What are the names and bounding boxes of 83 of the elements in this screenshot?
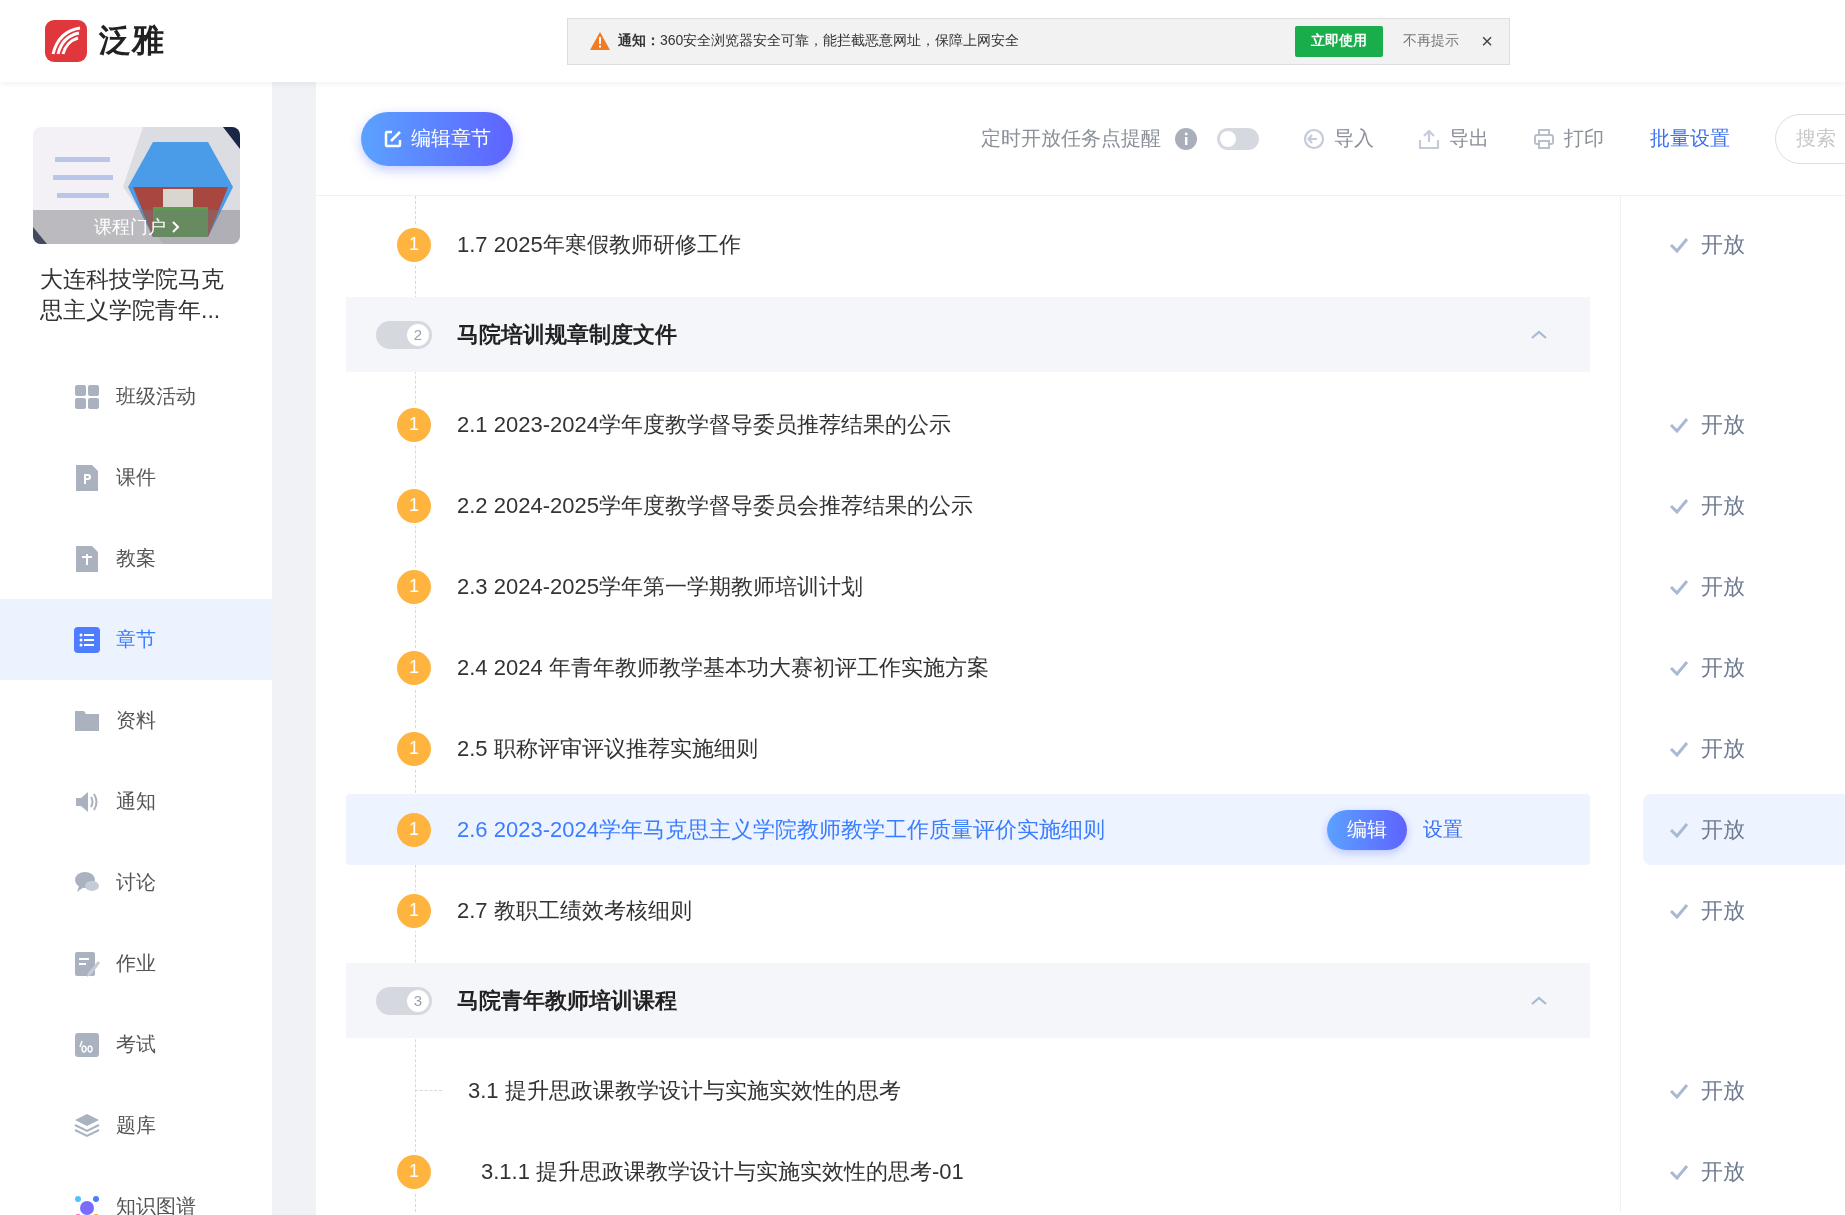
chapter-title[interactable]: 2.3 2024-2025学年第一学期教师培训计划: [457, 571, 863, 602]
edit-chapters-button[interactable]: 编辑章节: [361, 111, 513, 166]
status-text: 开放: [1701, 491, 1745, 520]
chapter-title[interactable]: 2.7 教职工绩效考核细则: [457, 895, 692, 926]
chevron-up-icon[interactable]: [1530, 328, 1548, 341]
printer-icon: [1533, 127, 1555, 150]
chapter-title[interactable]: 2.4 2024 年青年教师教学基本功大赛初评工作实施方案: [457, 652, 989, 683]
sidebar-item[interactable]: 通知: [0, 761, 272, 842]
chevron-up-icon[interactable]: [1530, 994, 1548, 1007]
sidebar-item[interactable]: 考试: [0, 1004, 272, 1085]
chapter-title[interactable]: 3.1 提升思政课教学设计与实施实效性的思考: [468, 1075, 901, 1106]
course-title: 大连科技学院马克思主义学院青年...: [40, 265, 225, 325]
logo-icon: [45, 20, 87, 62]
sidebar-item[interactable]: 班级活动: [0, 356, 272, 437]
edit-icon: [383, 128, 403, 149]
layers-icon: [74, 1112, 100, 1139]
sidebar-item[interactable]: 课件: [0, 437, 272, 518]
network-icon: [74, 1193, 100, 1215]
chapter-title[interactable]: 1.7 2025年寒假教师研修工作: [457, 229, 741, 260]
notice-label: 通知：: [618, 32, 660, 50]
chapter-title[interactable]: 2.2 2024-2025学年度教学督导委员会推荐结果的公示: [457, 490, 973, 521]
close-button[interactable]: ×: [1481, 29, 1493, 53]
status-text: 开放: [1701, 410, 1745, 439]
grid-icon: [74, 383, 100, 410]
list-icon: [74, 626, 100, 653]
group-title: 马院培训规章制度文件: [457, 320, 678, 349]
check-icon: [1669, 659, 1689, 676]
check-icon: [1669, 902, 1689, 919]
check-icon: [1669, 1082, 1689, 1099]
chapter-title[interactable]: 2.1 2023-2024学年度教学督导委员推荐结果的公示: [457, 409, 951, 440]
count-badge: 1: [397, 650, 431, 685]
edit-button[interactable]: 编辑: [1327, 809, 1407, 850]
group-number-badge: 2: [376, 320, 432, 349]
sidebar-item[interactable]: 教案: [0, 518, 272, 599]
document-icon: [74, 464, 100, 491]
status-text: 开放: [1701, 1076, 1745, 1105]
count-badge: 1: [397, 227, 431, 262]
status-text: 开放: [1701, 572, 1745, 601]
chapter-title[interactable]: 3.1.1 提升思政课教学设计与实施实效性的思考-01: [481, 1156, 964, 1187]
group-title: 马院青年教师培训课程: [457, 986, 678, 1015]
count-badge: 1: [397, 569, 431, 604]
batch-settings-link[interactable]: 批量设置: [1650, 125, 1730, 152]
status-text: 开放: [1701, 815, 1745, 844]
sidebar-item[interactable]: 题库: [0, 1085, 272, 1166]
upload-icon: [1418, 127, 1440, 150]
chapter-group-header[interactable]: 3 马院青年教师培训课程: [346, 963, 1590, 1038]
status-text: 开放: [1701, 653, 1745, 682]
check-icon: [1669, 740, 1689, 757]
check-icon: [1669, 497, 1689, 514]
count-badge: 1: [397, 407, 431, 442]
import-icon: [1303, 127, 1325, 150]
sidebar-item[interactable]: 资料: [0, 680, 272, 761]
reminder-toggle[interactable]: [1217, 127, 1259, 150]
status-text: 开放: [1701, 1157, 1745, 1186]
check-icon: [1669, 1163, 1689, 1180]
count-badge: 1: [397, 893, 431, 928]
document-icon: [74, 545, 100, 572]
settings-link[interactable]: 设置: [1423, 816, 1463, 843]
group-number-badge: 3: [376, 986, 432, 1015]
sidebar-item[interactable]: 作业: [0, 923, 272, 1004]
status-text: 开放: [1701, 896, 1745, 925]
info-icon: [1175, 127, 1197, 150]
notice-message: 360安全浏览器安全可靠，能拦截恶意网址，保障上网安全: [660, 32, 1021, 50]
score-icon: [74, 1031, 100, 1058]
count-badge: 1: [397, 731, 431, 766]
pencil-note-icon: [74, 950, 100, 977]
check-icon: [1669, 236, 1689, 253]
reminder-label: 定时开放任务点提醒: [981, 126, 1161, 151]
count-badge: 1: [397, 1154, 431, 1189]
chevron-right-icon: [171, 221, 180, 233]
dismiss-link[interactable]: 不再提示: [1403, 32, 1460, 50]
check-icon: [1669, 416, 1689, 433]
chapter-title[interactable]: 2.5 职称评审评议推荐实施细则: [457, 733, 758, 764]
status-text: 开放: [1701, 230, 1745, 259]
logo-text: 泛雅: [99, 21, 165, 60]
check-icon: [1669, 821, 1689, 838]
chapter-group-header[interactable]: 2 马院培训规章制度文件: [346, 297, 1590, 372]
status-text: 开放: [1701, 734, 1745, 763]
count-badge: 1: [397, 488, 431, 523]
sidebar-item[interactable]: 讨论: [0, 842, 272, 923]
check-icon: [1669, 578, 1689, 595]
warning-icon: [590, 32, 610, 50]
count-badge: 1: [397, 812, 431, 847]
